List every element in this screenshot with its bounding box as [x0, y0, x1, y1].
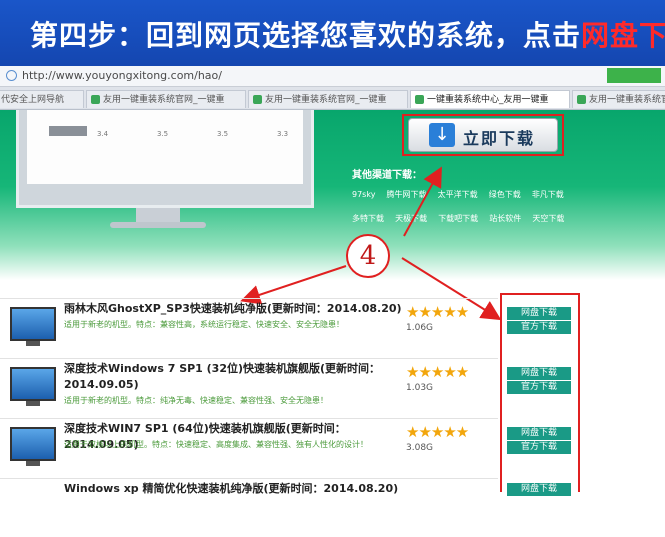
file-size: 1.06G — [406, 323, 434, 333]
software-title[interactable]: 深度技术Windows 7 SP1 (32位)快速装机旗舰版(更新时间：2014… — [64, 361, 404, 393]
software-row-1: 雨林木风GhostXP_SP3快速装机纯净版(更新时间：2014.08.20) … — [0, 298, 571, 357]
arrow-to-first-item — [240, 265, 347, 305]
rating-stars: ★★★★★ — [406, 363, 469, 381]
computer-icon — [10, 307, 56, 346]
file-size: 1.03G — [406, 383, 434, 393]
rating-stars: ★★★★★ — [406, 423, 469, 441]
computer-icon — [10, 427, 56, 466]
step-number-circle: 4 — [346, 234, 390, 278]
software-row-3: 深度技术WIN7 SP1 (64位)快速装机旗舰版(更新时间：2014.09.0… — [0, 418, 571, 477]
download-buttons-highlight — [500, 293, 580, 492]
software-desc: 适用于双核以上的机型。特点：快速稳定、高度集成、兼容性强、独有人性化的设计！ — [64, 440, 368, 449]
software-desc: 适用于新老的机型。特点：纯净无毒、快速稳定、兼容性强、安全无隐患！ — [64, 396, 328, 405]
arrow-to-download-button — [403, 166, 442, 237]
rating-stars: ★★★★★ — [406, 303, 469, 321]
software-title[interactable]: 雨林木风GhostXP_SP3快速装机纯净版(更新时间：2014.08.20) — [64, 301, 404, 317]
software-desc: 适用于新老的机型。特点：兼容性高，系统运行稳定、快速安全、安全无隐患！ — [64, 320, 344, 329]
software-row-2: 深度技术Windows 7 SP1 (32位)快速装机旗舰版(更新时间：2014… — [0, 358, 571, 417]
file-size: 3.08G — [406, 443, 434, 453]
software-title[interactable]: Windows xp 精简优化快速装机纯净版(更新时间：2014.08.20) — [64, 481, 404, 497]
computer-icon — [10, 367, 56, 406]
software-row-4: Windows xp 精简优化快速装机纯净版(更新时间：2014.08.20) … — [0, 478, 571, 537]
